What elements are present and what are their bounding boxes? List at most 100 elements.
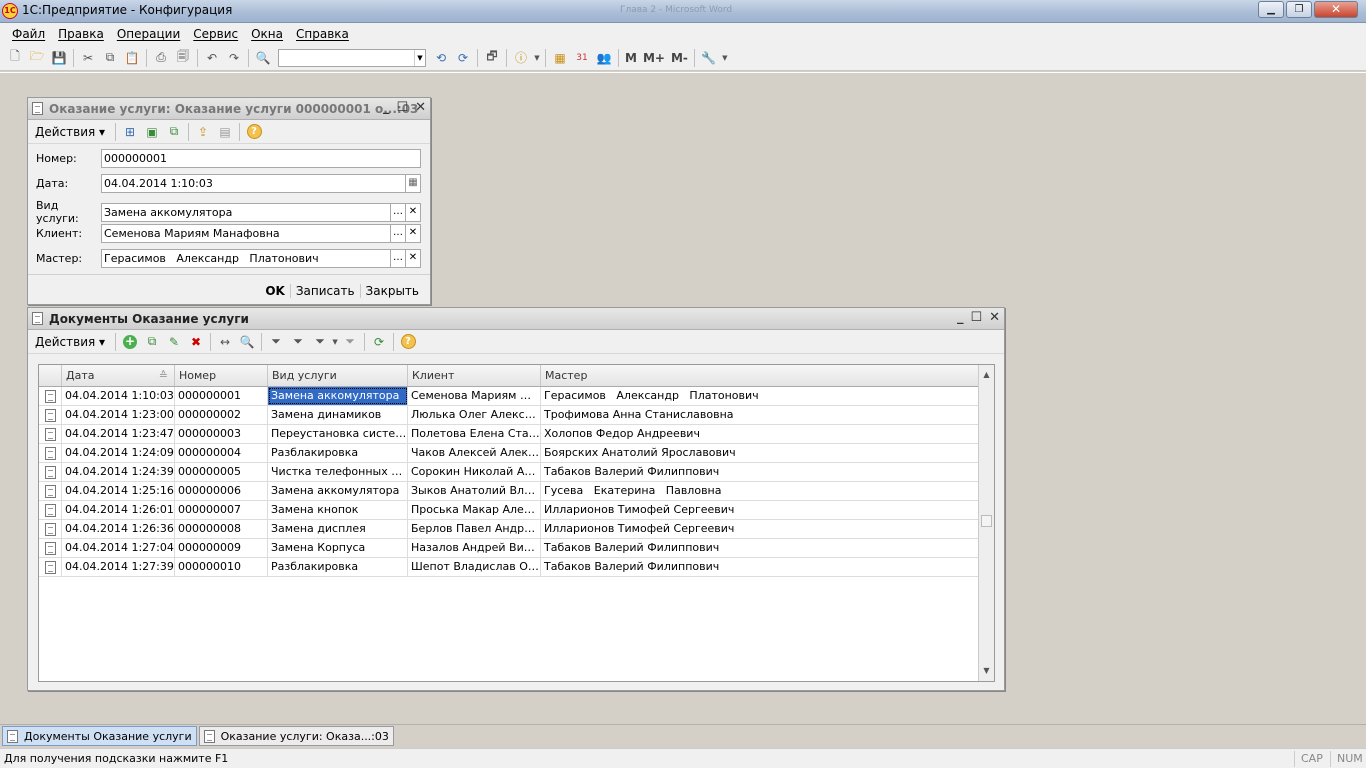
menu-service[interactable]: Сервис — [193, 27, 238, 41]
cell-client[interactable]: Сорокин Николай Ана... — [408, 463, 541, 481]
cell-master[interactable]: Табаков Валерий Филиппович — [541, 539, 979, 557]
cell-client[interactable]: Чаков Алексей Алекс... — [408, 444, 541, 462]
client-field[interactable]: Семенова Мариям Манафовна — [101, 224, 391, 243]
scroll-up-icon[interactable]: ▲ — [979, 367, 994, 383]
table-row[interactable]: 04.04.2014 1:24:09 000000004 Разблакировка… — [39, 444, 994, 463]
tools-dropdown-icon[interactable]: ▼ — [720, 47, 730, 69]
menu-help[interactable]: Справка — [296, 27, 349, 41]
refresh-icon[interactable]: ⟳ — [368, 331, 390, 353]
copy-doc-icon[interactable]: ⧉ — [163, 121, 185, 143]
cell-client[interactable]: Шепот Владислав Оле... — [408, 558, 541, 576]
vertical-scrollbar[interactable]: ▲ ▼ — [978, 365, 994, 681]
task-documents-list[interactable]: Документы Оказание услуги — [2, 726, 197, 746]
form-close-button[interactable]: ✕ — [415, 100, 426, 115]
filter-by-value-icon[interactable]: ⏷ — [287, 331, 309, 353]
refresh-form-icon[interactable]: ▣ — [141, 121, 163, 143]
scroll-down-icon[interactable]: ▼ — [979, 663, 994, 679]
cell-client[interactable]: Проська Макар Алекс... — [408, 501, 541, 519]
filter-icon[interactable]: ⏷ — [265, 331, 287, 353]
cell-service[interactable]: Разблакировка — [268, 558, 408, 576]
movements-icon[interactable]: ▤ — [214, 121, 236, 143]
list-help-icon[interactable]: ? — [397, 331, 419, 353]
paste-icon[interactable]: 📋 — [121, 47, 143, 69]
list-maximize-button[interactable]: ☐ — [970, 310, 982, 325]
cell-client[interactable]: Полетова Елена Стан... — [408, 425, 541, 443]
table-row[interactable]: 04.04.2014 1:23:00 000000002 Замена динами… — [39, 406, 994, 425]
cell-service[interactable]: Замена аккомулятора — [268, 482, 408, 500]
client-select-button[interactable]: … — [391, 224, 406, 243]
master-clear-icon[interactable]: ✕ — [406, 249, 421, 268]
cell-master[interactable]: Табаков Валерий Филиппович — [541, 463, 979, 481]
form-minimize-button[interactable]: _ — [383, 100, 390, 115]
cell-service[interactable]: Замена дисплея — [268, 520, 408, 538]
cell-date[interactable]: 04.04.2014 1:25:16 — [62, 482, 175, 500]
ok-button[interactable]: OK — [260, 284, 290, 298]
calendar-picker-icon[interactable]: ▦ — [406, 174, 421, 193]
table-row[interactable]: 04.04.2014 1:26:36 000000008 Замена диспле… — [39, 520, 994, 539]
users-icon[interactable]: 👥 — [593, 47, 615, 69]
cell-master[interactable]: Табаков Валерий Филиппович — [541, 558, 979, 576]
scroll-thumb[interactable] — [981, 515, 992, 527]
cell-master[interactable]: Боярских Анатолий Ярославович — [541, 444, 979, 462]
undo-icon[interactable]: ↶ — [201, 47, 223, 69]
cell-client[interactable]: Люлька Олег Алексан... — [408, 406, 541, 424]
calendar-icon[interactable]: 31 — [571, 47, 593, 69]
cell-master[interactable]: Герасимов Александр Платонович — [541, 387, 979, 405]
find-next-icon[interactable]: ⟲ — [430, 47, 452, 69]
cell-number[interactable]: 000000008 — [175, 520, 268, 538]
cell-number[interactable]: 000000002 — [175, 406, 268, 424]
master-field[interactable]: Герасимов Александр Платонович — [101, 249, 391, 268]
chevron-down-icon[interactable]: ▼ — [414, 49, 425, 66]
cell-service[interactable]: Разблакировка — [268, 444, 408, 462]
find-prev-icon[interactable]: ⟳ — [452, 47, 474, 69]
header-client[interactable]: Клиент — [408, 365, 541, 386]
cell-date[interactable]: 04.04.2014 1:23:47 — [62, 425, 175, 443]
cell-service[interactable]: Замена динамиков — [268, 406, 408, 424]
service-select-button[interactable]: … — [391, 202, 406, 222]
save-icon[interactable]: 💾 — [48, 47, 70, 69]
info-dropdown-icon[interactable]: ▼ — [532, 47, 542, 69]
list-actions-menu[interactable]: Действия ▾ — [32, 335, 108, 349]
cell-master[interactable]: Илларионов Тимофей Сергеевич — [541, 520, 979, 538]
table-row[interactable]: 04.04.2014 1:24:39 000000005 Чистка телефо… — [39, 463, 994, 482]
cell-client[interactable]: Зыков Анатолий Влад... — [408, 482, 541, 500]
cell-master[interactable]: Трофимова Анна Станиславовна — [541, 406, 979, 424]
delete-icon[interactable]: ✖ — [185, 331, 207, 353]
cell-number[interactable]: 000000003 — [175, 425, 268, 443]
menu-file[interactable]: Файл — [12, 27, 45, 41]
form-maximize-button[interactable]: ☐ — [396, 100, 408, 115]
header-date[interactable]: Дата ≙ — [62, 365, 175, 386]
cell-master[interactable]: Илларионов Тимофей Сергеевич — [541, 501, 979, 519]
table-row[interactable]: 04.04.2014 1:10:03 000000001 Замена аккому… — [39, 387, 994, 406]
form-actions-menu[interactable]: Действия ▾ — [32, 125, 108, 139]
search-combo[interactable]: ▼ — [278, 48, 426, 67]
table-row[interactable]: 04.04.2014 1:25:16 000000006 Замена аккому… — [39, 482, 994, 501]
service-clear-icon[interactable]: ✕ — [406, 202, 421, 222]
cell-client[interactable]: Назалов Андрей Викт... — [408, 539, 541, 557]
master-select-button[interactable]: … — [391, 249, 406, 268]
documents-table[interactable]: Дата ≙ Номер Вид услуги Клиент Мастер 04.… — [38, 364, 995, 682]
cell-number[interactable]: 000000009 — [175, 539, 268, 557]
filter-history-icon[interactable]: ⏷ — [309, 331, 331, 353]
clear-filter-icon[interactable]: ⏷ — [339, 331, 361, 353]
post-icon[interactable]: ⊞ — [119, 121, 141, 143]
number-field[interactable]: 000000001 — [101, 149, 421, 168]
memory-minus-button[interactable]: M- — [668, 47, 691, 69]
cell-date[interactable]: 04.04.2014 1:10:03 — [62, 387, 175, 405]
find-icon[interactable]: 🔍 — [236, 331, 258, 353]
date-field[interactable]: 04.04.2014 1:10:03 — [101, 174, 406, 193]
info-icon[interactable]: ⓘ — [510, 47, 532, 69]
cell-number[interactable]: 000000005 — [175, 463, 268, 481]
cell-date[interactable]: 04.04.2014 1:27:39 — [62, 558, 175, 576]
header-service[interactable]: Вид услуги — [268, 365, 408, 386]
task-document-form[interactable]: Оказание услуги: Оказа...:03 — [198, 726, 394, 746]
list-close-button[interactable]: ✕ — [989, 310, 1000, 325]
cell-master[interactable]: Гусева Екатерина Павловна — [541, 482, 979, 500]
cell-service[interactable]: Замена кнопок — [268, 501, 408, 519]
copy-icon[interactable]: ⧉ — [99, 47, 121, 69]
based-on-icon[interactable]: ⇪ — [192, 121, 214, 143]
cut-icon[interactable]: ✂ — [77, 47, 99, 69]
header-master[interactable]: Мастер — [541, 365, 979, 386]
cell-number[interactable]: 000000010 — [175, 558, 268, 576]
filter-dropdown-icon[interactable]: ▼ — [331, 331, 339, 353]
